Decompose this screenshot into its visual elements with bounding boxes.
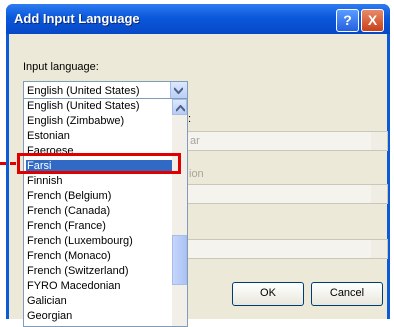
chevron-up-icon	[176, 105, 185, 112]
list-item[interactable]: Georgian	[26, 310, 172, 323]
chevron-down-icon	[371, 132, 387, 150]
highlight-box	[17, 153, 181, 174]
disabled-label-fragment: ion	[189, 168, 204, 180]
list-item[interactable]: French (France)	[26, 220, 172, 233]
list-item[interactable]: Finnish	[26, 175, 172, 188]
list-item[interactable]: French (Monaco)	[26, 250, 172, 263]
list-scrollbar[interactable]	[172, 99, 187, 326]
chevron-down-icon	[174, 87, 183, 94]
input-language-label: Input language:	[23, 61, 99, 73]
list-item[interactable]: English (Zimbabwe)	[26, 115, 172, 128]
input-language-value: English (United States)	[27, 85, 140, 97]
title-bar[interactable]: Add Input Language ? X	[6, 4, 390, 34]
list-item[interactable]: FYRO Macedonian	[26, 280, 172, 293]
dialog-title: Add Input Language	[14, 11, 140, 26]
list-item[interactable]: English (United States)	[26, 100, 172, 113]
ok-button[interactable]: OK	[232, 282, 304, 306]
scroll-up-button[interactable]	[172, 99, 187, 115]
disabled-combo-2	[186, 184, 388, 204]
keyboard-layout-value: ar	[190, 135, 200, 147]
help-button[interactable]: ?	[336, 9, 359, 32]
list-item[interactable]: Galician	[26, 295, 172, 308]
keyboard-label-fragment: :	[188, 113, 192, 125]
scroll-thumb[interactable]	[172, 235, 187, 285]
list-item[interactable]: French (Belgium)	[26, 190, 172, 203]
language-dropdown-list[interactable]: Georgian Galician FYRO Macedonian French (S…	[23, 98, 188, 327]
callout-dashed-line	[0, 162, 16, 165]
keyboard-layout-combo: ar	[186, 131, 388, 151]
chevron-down-icon	[371, 240, 387, 258]
list-item[interactable]: French (Luxembourg)	[26, 235, 172, 248]
list-item[interactable]: Estonian	[26, 130, 172, 143]
disabled-combo-3	[186, 239, 388, 259]
close-button[interactable]: X	[361, 9, 384, 32]
list-item[interactable]: French (Canada)	[26, 205, 172, 218]
cancel-button[interactable]: Cancel	[311, 282, 383, 306]
chevron-down-icon	[371, 185, 387, 203]
list-item[interactable]: French (Switzerland)	[26, 265, 172, 278]
